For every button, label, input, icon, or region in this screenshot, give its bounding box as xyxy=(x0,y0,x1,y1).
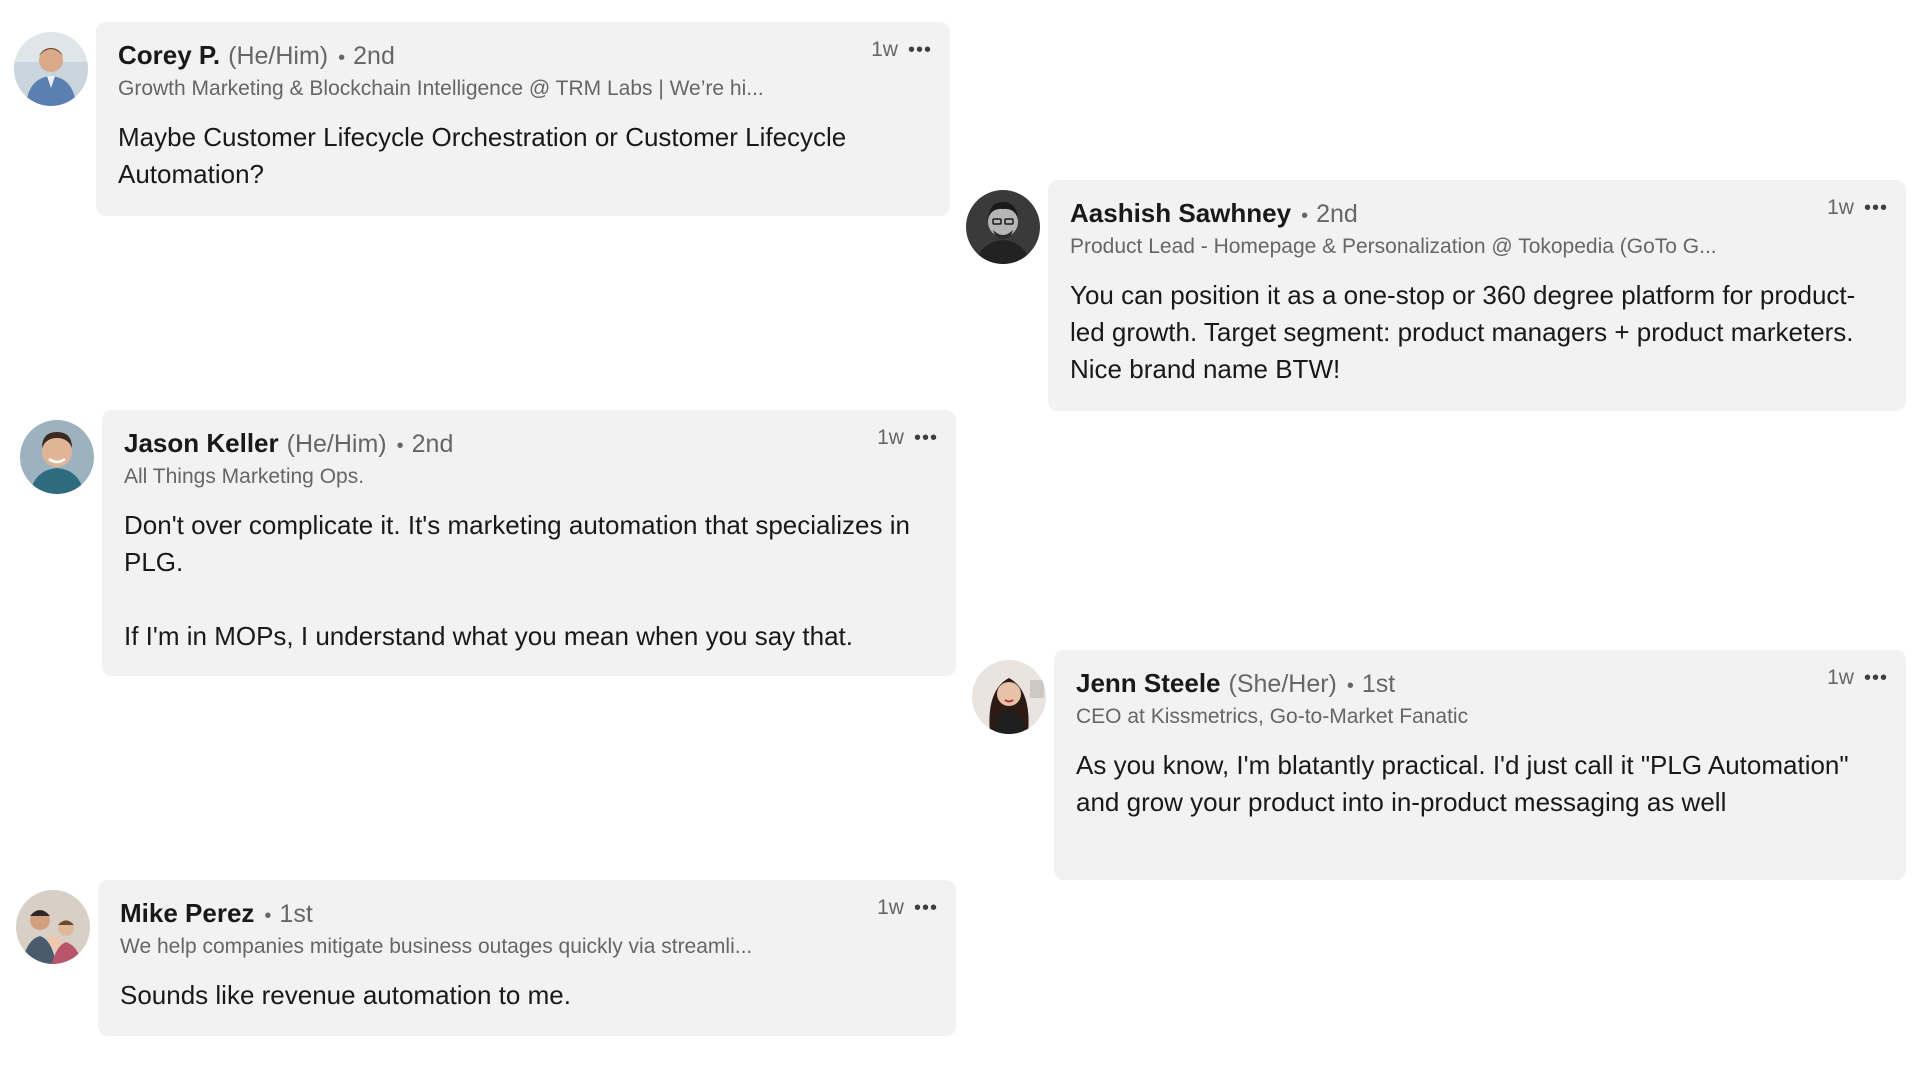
author-pronouns: (She/Her) xyxy=(1228,670,1337,698)
author-name[interactable]: Jenn Steele xyxy=(1076,668,1221,699)
more-options-icon[interactable]: ••• xyxy=(1864,197,1888,220)
comment-header: Jenn Steele (She/Her) • 1st xyxy=(1076,668,1884,699)
author-pronouns: (He/Him) xyxy=(286,430,387,458)
avatar[interactable] xyxy=(16,890,90,964)
connection-degree: 2nd xyxy=(353,42,395,70)
comments-feed: Corey P. (He/Him) • 2nd 1w ••• Growth Ma… xyxy=(0,0,1920,1080)
comment-text: You can position it as a one-stop or 360… xyxy=(1070,277,1884,388)
comment-bubble: Corey P. (He/Him) • 2nd 1w ••• Growth Ma… xyxy=(96,22,950,216)
author-name[interactable]: Aashish Sawhney xyxy=(1070,198,1291,229)
comment-jenn: Jenn Steele (She/Her) • 1st 1w ••• CEO a… xyxy=(972,650,1906,880)
comment-header: Jason Keller (He/Him) • 2nd xyxy=(124,428,934,459)
comment-paragraph: Sounds like revenue automation to me. xyxy=(120,980,571,1010)
more-options-icon[interactable]: ••• xyxy=(1864,667,1888,690)
comment-text: Don't over complicate it. It's marketing… xyxy=(124,507,934,655)
avatar[interactable] xyxy=(14,32,88,106)
author-name[interactable]: Corey P. xyxy=(118,40,220,71)
timestamp: 1w xyxy=(877,896,904,919)
avatar[interactable] xyxy=(20,420,94,494)
author-headline: All Things Marketing Ops. xyxy=(124,465,365,488)
author-name[interactable]: Jason Keller xyxy=(124,428,279,459)
separator-dot: • xyxy=(338,47,346,69)
comment-header: Mike Perez • 1st xyxy=(120,898,934,929)
comment-paragraph: Don't over complicate it. It's marketing… xyxy=(124,510,910,577)
connection-degree: 1st xyxy=(279,900,313,928)
separator-dot: • xyxy=(1301,205,1309,227)
comment-meta: 1w ••• xyxy=(1827,196,1888,220)
comment-meta: 1w ••• xyxy=(877,426,938,450)
comment-bubble: Aashish Sawhney • 2nd 1w ••• Product Lea… xyxy=(1048,180,1906,411)
author-pronouns: (He/Him) xyxy=(228,42,329,70)
timestamp: 1w xyxy=(877,426,904,449)
comment-header: Corey P. (He/Him) • 2nd xyxy=(118,40,928,71)
comment-header: Aashish Sawhney • 2nd xyxy=(1070,198,1884,229)
comment-paragraph: You can position it as a one-stop or 360… xyxy=(1070,280,1856,384)
author-headline: Product Lead - Homepage & Personalizatio… xyxy=(1070,235,1717,258)
comment-corey: Corey P. (He/Him) • 2nd 1w ••• Growth Ma… xyxy=(14,22,950,216)
connection-degree: 2nd xyxy=(411,430,454,458)
author-headline: Growth Marketing & Blockchain Intelligen… xyxy=(118,77,764,100)
comment-paragraph: Maybe Customer Lifecycle Orchestration o… xyxy=(118,122,847,189)
comment-text: Maybe Customer Lifecycle Orchestration o… xyxy=(118,119,928,193)
timestamp: 1w xyxy=(871,38,898,61)
more-options-icon[interactable]: ••• xyxy=(908,39,932,62)
comment-meta: 1w ••• xyxy=(1827,666,1888,690)
comment-mike: Mike Perez • 1st 1w ••• We help companie… xyxy=(16,880,956,1036)
comment-jason: Jason Keller (He/Him) • 2nd 1w ••• All T… xyxy=(20,410,956,676)
comment-bubble: Jenn Steele (She/Her) • 1st 1w ••• CEO a… xyxy=(1054,650,1906,880)
more-options-icon[interactable]: ••• xyxy=(914,897,938,920)
separator-dot: • xyxy=(264,905,272,927)
timestamp: 1w xyxy=(1827,666,1854,689)
connection-degree: 2nd xyxy=(1316,200,1358,228)
comment-meta: 1w ••• xyxy=(871,38,932,62)
comment-aashish: Aashish Sawhney • 2nd 1w ••• Product Lea… xyxy=(966,180,1906,411)
comment-paragraph: If I'm in MOPs, I understand what you me… xyxy=(124,621,853,651)
comment-bubble: Mike Perez • 1st 1w ••• We help companie… xyxy=(98,880,956,1036)
separator-dot: • xyxy=(396,435,404,457)
comment-meta: 1w ••• xyxy=(877,896,938,920)
comment-bubble: Jason Keller (He/Him) • 2nd 1w ••• All T… xyxy=(102,410,956,676)
comment-paragraph: As you know, I'm blatantly practical. I'… xyxy=(1076,750,1849,817)
avatar[interactable] xyxy=(972,660,1046,734)
timestamp: 1w xyxy=(1827,196,1854,219)
comment-text: Sounds like revenue automation to me. xyxy=(120,977,934,1014)
author-name[interactable]: Mike Perez xyxy=(120,898,254,929)
more-options-icon[interactable]: ••• xyxy=(914,427,938,450)
comment-text: As you know, I'm blatantly practical. I'… xyxy=(1076,747,1884,821)
author-headline: We help companies mitigate business outa… xyxy=(120,935,753,958)
separator-dot: • xyxy=(1346,675,1354,697)
connection-degree: 1st xyxy=(1361,670,1396,698)
avatar[interactable] xyxy=(966,190,1040,264)
author-headline: CEO at Kissmetrics, Go-to-Market Fanatic xyxy=(1076,705,1469,728)
